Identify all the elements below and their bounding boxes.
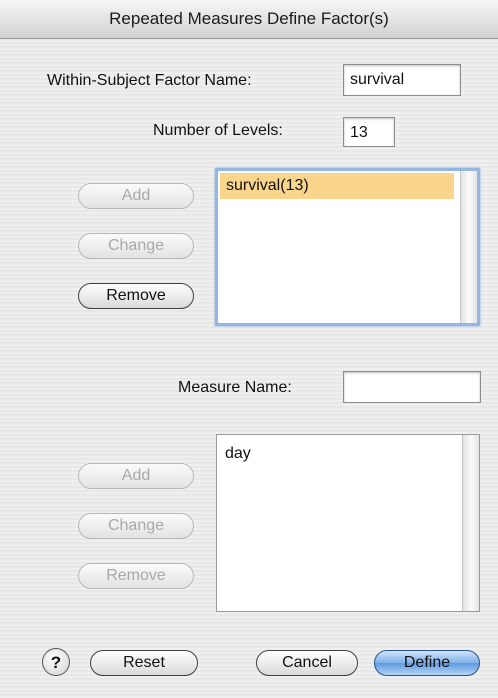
factor-remove-button[interactable]: Remove [78, 283, 194, 309]
measure-remove-button[interactable]: Remove [78, 563, 194, 589]
measure-add-button[interactable]: Add [78, 463, 194, 489]
measure-change-button[interactable]: Change [78, 513, 194, 539]
measure-name-input[interactable] [343, 371, 481, 403]
factor-list[interactable]: survival(13) [215, 168, 480, 326]
levels-label: Number of Levels: [153, 122, 283, 139]
levels-input[interactable]: 13 [343, 117, 395, 147]
list-item[interactable]: day [219, 441, 453, 467]
reset-button[interactable]: Reset [90, 650, 198, 676]
measure-list-scrollbar[interactable] [462, 435, 479, 611]
define-button[interactable]: Define [374, 650, 480, 676]
measure-name-label: Measure Name: [178, 379, 292, 396]
list-item[interactable]: survival(13) [220, 173, 454, 199]
factor-name-input[interactable]: survival [343, 64, 461, 96]
factor-add-button[interactable]: Add [78, 183, 194, 209]
window-title: Repeated Measures Define Factor(s) [0, 0, 498, 39]
factor-change-button[interactable]: Change [78, 233, 194, 259]
measure-list[interactable]: day [216, 434, 480, 612]
factor-name-label: Within-Subject Factor Name: [47, 72, 252, 89]
factor-list-scrollbar[interactable] [460, 171, 477, 323]
help-icon[interactable]: ? [42, 648, 70, 676]
cancel-button[interactable]: Cancel [256, 650, 358, 676]
